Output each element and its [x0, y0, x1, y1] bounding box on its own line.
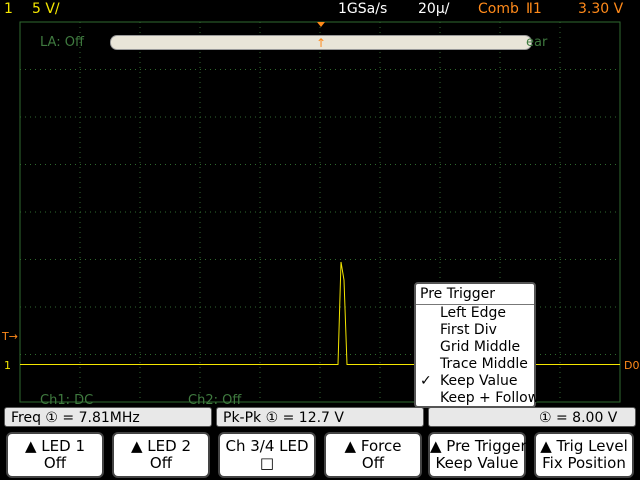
softkey-bar: ▲ LED 1 Off ▲ LED 2 Off Ch 3/4 LED □ ▲ F… — [0, 430, 640, 480]
ch1-ground-marker: 1 — [4, 359, 11, 372]
softkey-triglevel-label: ▲ Trig Level — [540, 437, 628, 455]
softkey-force-value: Off — [361, 454, 385, 472]
softkey-led1-value: Off — [43, 454, 67, 472]
pretrigger-option-label: Keep Value — [440, 373, 518, 389]
softkey-triglevel-value: Fix Position — [542, 454, 626, 472]
trigger-marker-icon — [317, 22, 325, 27]
softkey-ch34-label: Ch 3/4 LED — [225, 437, 309, 455]
pretrigger-option[interactable]: First Div — [416, 322, 534, 339]
softkey-pretrigger-label: ▲ Pre Trigger — [430, 437, 527, 455]
pretrigger-option-label: Keep + Follow — [440, 390, 540, 406]
softkey-ch34-led[interactable]: Ch 3/4 LED □ — [218, 432, 316, 478]
softkey-led2-label: ▲ LED 2 — [131, 437, 191, 455]
pretrigger-option[interactable]: ✓ Keep Value — [416, 373, 534, 390]
la-status: LA: Off — [40, 35, 84, 50]
offscreen-marker: D0 — [624, 359, 640, 372]
pretrigger-option-label: First Div — [440, 322, 497, 338]
pretrigger-option[interactable]: Trace Middle — [416, 356, 534, 373]
zoom-position-marker: ↑ — [316, 36, 327, 50]
pretrigger-option[interactable]: Left Edge — [416, 305, 534, 322]
clear-label: ear — [526, 35, 548, 50]
measurement-third[interactable]: ① = 8.00 V — [428, 407, 636, 427]
waveform-display[interactable] — [0, 0, 640, 410]
checkmark-icon: ✓ — [420, 373, 432, 389]
softkey-pretrigger-value: Keep Value — [435, 454, 519, 472]
softkey-triglevel[interactable]: ▲ Trig Level Fix Position — [534, 432, 634, 478]
pretrigger-menu-title: Pre Trigger — [416, 284, 534, 305]
softkey-led2-value: Off — [149, 454, 173, 472]
pretrigger-option-label: Left Edge — [440, 305, 507, 321]
measurement-frequency[interactable]: Freq ① = 7.81MHz — [4, 407, 212, 427]
measurement-pkpk[interactable]: Pk-Pk ① = 12.7 V — [216, 407, 424, 427]
softkey-led1[interactable]: ▲ LED 1 Off — [6, 432, 104, 478]
trigger-level-marker: T→ — [2, 330, 18, 343]
softkey-force[interactable]: ▲ Force Off — [324, 432, 422, 478]
pretrigger-menu[interactable]: Pre Trigger Left Edge First Div Grid Middl… — [414, 282, 539, 408]
checkbox-icon: □ — [259, 454, 275, 472]
measurement-bar: Freq ① = 7.81MHz Pk-Pk ① = 12.7 V ① = 8.… — [0, 407, 640, 429]
ch2-coupling-label: Ch2: Off — [188, 393, 242, 408]
softkey-force-label: ▲ Force — [344, 437, 402, 455]
softkey-pretrigger[interactable]: ▲ Pre Trigger Keep Value — [428, 432, 527, 478]
pretrigger-option[interactable]: Grid Middle — [416, 339, 534, 356]
pretrigger-option[interactable]: Keep + Follow — [416, 390, 539, 407]
pretrigger-option-label: Grid Middle — [440, 339, 521, 355]
pretrigger-option-label: Trace Middle — [440, 356, 528, 372]
ch1-coupling-label: Ch1: DC — [40, 393, 94, 408]
softkey-led1-label: ▲ LED 1 — [25, 437, 85, 455]
softkey-led2[interactable]: ▲ LED 2 Off — [112, 432, 210, 478]
